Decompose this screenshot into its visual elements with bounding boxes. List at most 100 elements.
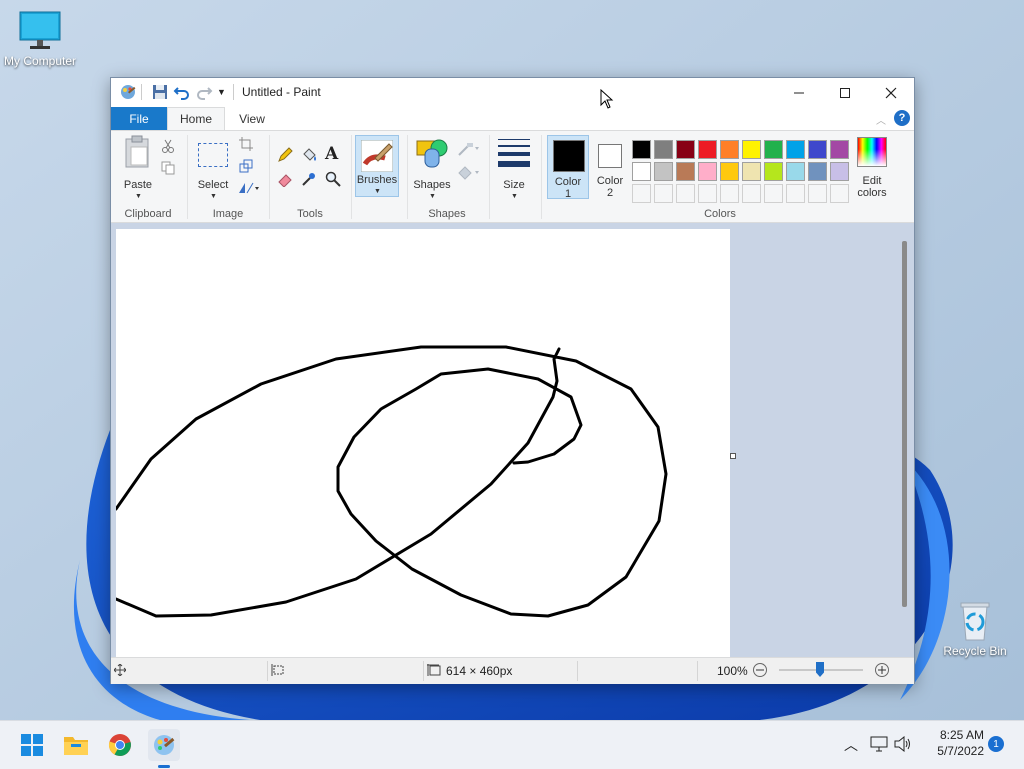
desktop-icon-recycle-bin[interactable]: Recycle Bin: [935, 600, 1015, 658]
paste-button[interactable]: Paste ▼: [119, 135, 157, 200]
taskbar-file-explorer[interactable]: [60, 729, 92, 761]
color2-button[interactable]: Color 2: [591, 135, 629, 199]
crop-icon[interactable]: [239, 137, 253, 151]
taskbar-paint[interactable]: [148, 729, 180, 761]
color-spectrum-icon: [857, 137, 887, 167]
minimize-button[interactable]: [776, 78, 822, 107]
color-swatch[interactable]: [720, 140, 739, 159]
select-button[interactable]: Select ▼: [195, 135, 231, 200]
custom-color-slot[interactable]: [676, 184, 695, 203]
color-swatch[interactable]: [720, 162, 739, 181]
redo-icon[interactable]: [195, 83, 213, 101]
eraser-icon[interactable]: [277, 171, 293, 187]
color-swatch[interactable]: [698, 140, 717, 159]
taskbar-chrome[interactable]: [104, 729, 136, 761]
magnifier-icon[interactable]: [325, 171, 341, 187]
group-label-tools: Tools: [297, 208, 323, 220]
ribbon-separator: [489, 135, 490, 219]
image-dimensions: 614 × 460px: [446, 664, 513, 678]
desktop-icon-my-computer[interactable]: My Computer: [0, 10, 80, 68]
color2-label-line1: Color: [596, 175, 624, 187]
zoom-slider-thumb[interactable]: [816, 662, 824, 677]
paste-icon: [125, 135, 149, 168]
custom-color-slot[interactable]: [654, 184, 673, 203]
undo-icon[interactable]: [173, 83, 191, 101]
close-button[interactable]: [868, 78, 914, 107]
color-swatch[interactable]: [698, 162, 717, 181]
edit-colors-button[interactable]: Edit colors: [851, 135, 893, 199]
pencil-icon[interactable]: [277, 147, 293, 163]
color-swatch[interactable]: [654, 162, 673, 181]
text-tool-icon[interactable]: A: [325, 144, 338, 164]
resize-icon[interactable]: [239, 159, 253, 173]
notification-badge[interactable]: 1: [988, 736, 1004, 752]
rotate-icon[interactable]: [237, 181, 259, 195]
canvas-resize-handle[interactable]: [730, 453, 736, 459]
network-icon[interactable]: [870, 736, 888, 752]
help-icon[interactable]: ?: [894, 110, 910, 126]
drawing-canvas[interactable]: [114, 229, 730, 659]
color-swatch[interactable]: [808, 162, 827, 181]
color-swatch[interactable]: [786, 140, 805, 159]
zoom-out-button[interactable]: [753, 663, 767, 677]
vertical-scrollbar[interactable]: [902, 241, 907, 607]
custom-color-slot[interactable]: [786, 184, 805, 203]
custom-color-slot[interactable]: [720, 184, 739, 203]
start-icon: [21, 734, 43, 756]
brushes-button[interactable]: Brushes ▼: [355, 135, 399, 197]
custom-color-slot[interactable]: [632, 184, 651, 203]
color-swatch[interactable]: [632, 140, 651, 159]
shapes-button[interactable]: Shapes ▼: [411, 135, 453, 200]
fill-bucket-icon[interactable]: [301, 147, 317, 163]
collapse-ribbon-icon[interactable]: ︿: [876, 112, 886, 127]
size-button[interactable]: Size ▼: [495, 135, 533, 200]
color-swatch[interactable]: [764, 140, 783, 159]
maximize-button[interactable]: [822, 78, 868, 107]
color-swatch[interactable]: [830, 140, 849, 159]
zoom-level: 100%: [717, 664, 748, 678]
color-swatch[interactable]: [676, 140, 695, 159]
status-separator: [267, 661, 268, 681]
tab-file[interactable]: File: [111, 107, 167, 130]
color-swatch[interactable]: [742, 140, 761, 159]
color-swatch[interactable]: [654, 140, 673, 159]
customize-quick-access-icon[interactable]: ▼: [217, 87, 226, 97]
fill-icon[interactable]: [457, 165, 479, 181]
shapes-icon: [416, 139, 448, 168]
outline-icon[interactable]: [457, 141, 479, 157]
color-swatch[interactable]: [632, 162, 651, 181]
title-bar[interactable]: ▼ Untitled - Paint: [111, 78, 914, 107]
custom-color-slot[interactable]: [808, 184, 827, 203]
volume-icon[interactable]: [894, 736, 912, 752]
start-button[interactable]: [16, 729, 48, 761]
color1-button[interactable]: Color 1: [547, 135, 589, 200]
color-picker-icon[interactable]: [301, 171, 317, 187]
show-hidden-icons-button[interactable]: ︿: [844, 735, 858, 755]
paste-label: Paste: [123, 179, 153, 191]
paint-app-icon[interactable]: [119, 83, 137, 101]
custom-color-slot[interactable]: [742, 184, 761, 203]
title-divider: [233, 84, 234, 100]
color-swatch[interactable]: [808, 140, 827, 159]
clock[interactable]: 8:25 AM 5/7/2022: [920, 727, 984, 759]
status-bar: 614 × 460px 100%: [111, 657, 914, 684]
tab-view[interactable]: View: [229, 107, 275, 130]
edit-colors-label-line1: Edit: [862, 175, 882, 187]
custom-color-slot[interactable]: [698, 184, 717, 203]
close-icon: [885, 87, 897, 98]
tab-home[interactable]: Home: [167, 107, 225, 130]
color-swatch[interactable]: [764, 162, 783, 181]
status-separator: [423, 661, 424, 681]
cut-icon[interactable]: [161, 139, 175, 153]
copy-icon[interactable]: [161, 161, 175, 175]
color-swatch[interactable]: [786, 162, 805, 181]
custom-color-slot[interactable]: [830, 184, 849, 203]
color-swatch[interactable]: [742, 162, 761, 181]
ribbon-separator: [407, 135, 408, 219]
custom-color-slot[interactable]: [764, 184, 783, 203]
size-icon: [498, 139, 530, 167]
color-swatch[interactable]: [830, 162, 849, 181]
color-swatch[interactable]: [676, 162, 695, 181]
save-icon[interactable]: [151, 83, 169, 101]
zoom-in-button[interactable]: [875, 663, 889, 677]
